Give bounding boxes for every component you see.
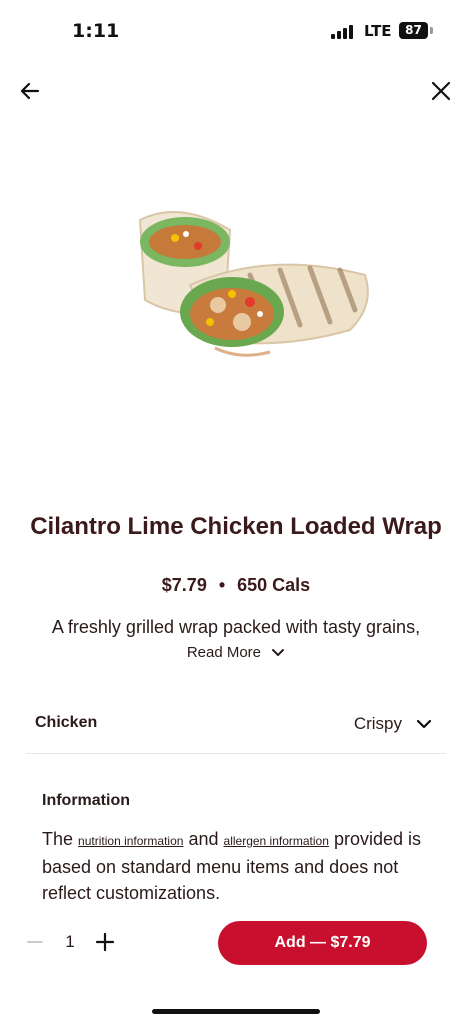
info-and-word: and [188,829,219,849]
price-separator: • [218,575,226,595]
option-value: Crispy [353,714,402,733]
product-price: $7.79 [161,575,207,595]
chevron-down-icon [272,649,285,657]
arrow-left-icon [20,82,40,100]
home-indicator [152,1009,320,1014]
info-heading: Information [42,792,130,809]
quantity-decrease-button[interactable] [24,930,46,954]
option-label: Chicken [35,714,98,731]
battery-icon: 87 [399,22,428,39]
back-button[interactable] [14,76,48,106]
allergen-information-link[interactable]: allergen information [224,834,329,848]
read-more-button[interactable]: Read More [0,644,472,661]
close-icon [431,81,451,101]
read-more-label: Read More [186,644,262,661]
product-image [120,190,380,380]
network-label: LTE [364,22,392,40]
quantity-value: 1 [65,932,75,951]
plus-icon [95,932,115,952]
signal-icon [331,24,355,39]
add-to-cart-button[interactable]: Add — $7.79 [218,921,427,965]
minus-icon [27,941,43,943]
product-calories: 650 Cals [237,575,311,595]
quantity-increase-button[interactable] [93,930,117,954]
chevron-down-icon [416,719,432,729]
nutrition-information-link[interactable]: nutrition information [78,834,183,848]
battery-tip [430,27,433,34]
status-time: 1:11 [72,20,120,42]
info-text-prefix: The [42,829,74,849]
close-button[interactable] [424,76,458,106]
product-description: A freshly grilled wrap packed with tasty… [51,617,421,637]
chicken-option-selector[interactable]: Chicken Crispy [26,700,446,754]
info-text: The nutrition information and allergen i… [42,826,442,906]
product-title: Cilantro Lime Chicken Loaded Wrap [30,513,442,540]
price-line: $7.79 • 650 Cals [0,575,472,596]
status-bar: 1:11 LTE 87 [0,0,472,60]
